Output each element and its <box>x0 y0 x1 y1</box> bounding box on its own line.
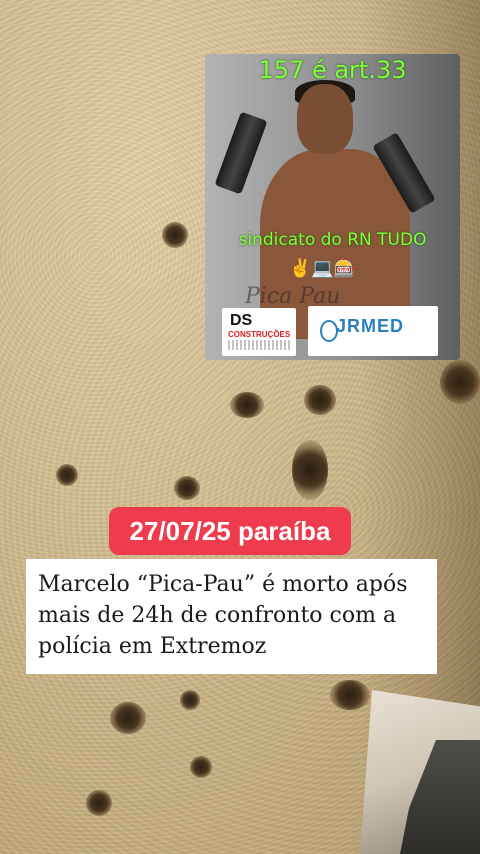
bullet-hole <box>304 385 336 415</box>
bullet-hole <box>110 702 146 734</box>
ds-logo-text: CONSTRUÇÕES <box>228 330 291 339</box>
bullet-hole <box>440 360 480 404</box>
ds-logo-mark: DS <box>230 312 253 329</box>
headline-text: Marcelo “Pica-Pau” é morto após mais de … <box>38 572 408 659</box>
inset-photo: 157 é art.33 sindicato do RN TUDO ✌️💻🎰 P… <box>205 54 460 360</box>
bullet-hole <box>330 680 370 710</box>
date-badge-text: 27/07/25 paraíba <box>129 515 331 546</box>
date-badge: 27/07/25 paraíba <box>109 507 351 555</box>
jrmed-logo: JRMED <box>308 306 438 356</box>
bullet-hole <box>180 690 200 710</box>
bullet-hole <box>162 222 188 248</box>
bullet-hole <box>292 440 328 500</box>
bullet-hole <box>56 464 78 486</box>
photo-caption-top: 157 é art.33 <box>258 56 407 84</box>
photo-caption-mid: sindicato do RN TUDO <box>238 230 427 250</box>
video-frame: 157 é art.33 sindicato do RN TUDO ✌️💻🎰 P… <box>0 0 480 854</box>
ds-construcoes-logo: DS CONSTRUÇÕES <box>222 308 296 356</box>
bullet-hole <box>86 790 112 816</box>
jrmed-logo-text: JRMED <box>336 316 405 336</box>
bullet-hole <box>174 476 200 500</box>
emoji-row: ✌️💻🎰 <box>289 258 357 279</box>
bullet-hole <box>230 392 264 418</box>
person-head <box>297 84 353 154</box>
bullet-hole <box>190 756 212 778</box>
ds-logo-fineprint <box>228 340 290 350</box>
headline-box: Marcelo “Pica-Pau” é morto após mais de … <box>26 559 437 674</box>
